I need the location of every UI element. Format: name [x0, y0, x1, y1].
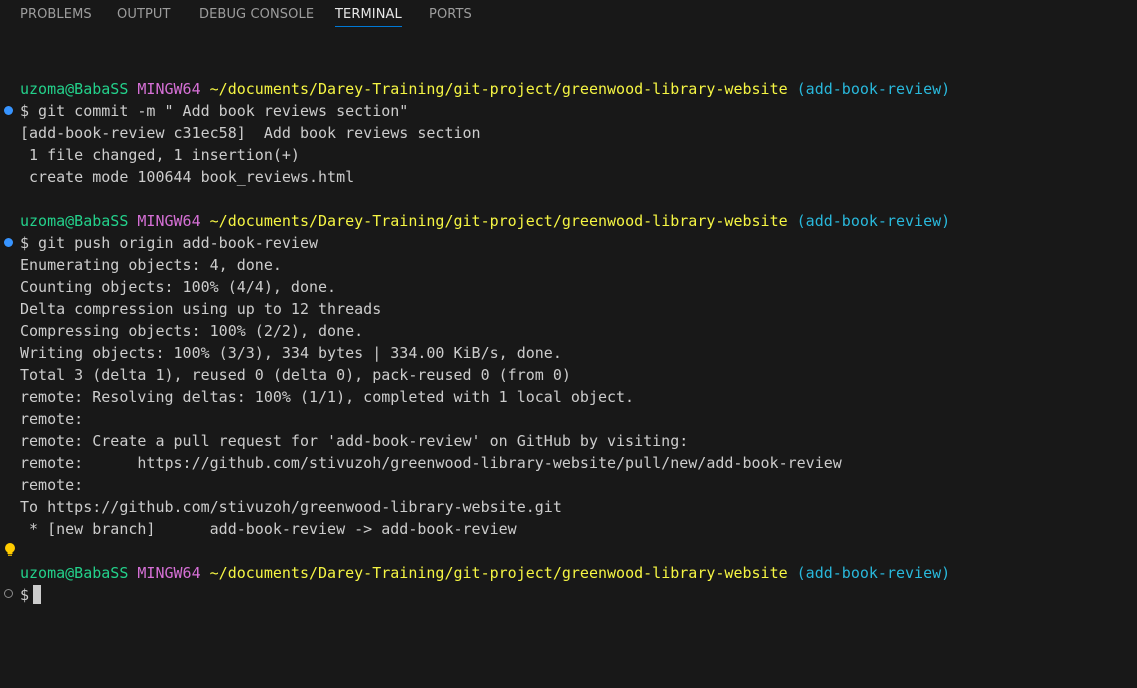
circle-outline-icon[interactable] — [4, 589, 13, 598]
prompt-path: ~/documents/Darey-Training/git-project/g… — [209, 564, 788, 582]
command-line: $ git commit -m " Add book reviews secti… — [20, 102, 409, 120]
terminal-output[interactable]: uzoma@BabaSS MINGW64 ~/documents/Darey-T… — [0, 0, 1137, 688]
prompt-line: uzoma@BabaSS MINGW64 ~/documents/Darey-T… — [20, 78, 950, 100]
command-line: $ git push origin add-book-review — [20, 234, 319, 252]
prompt-system: MINGW64 — [137, 212, 201, 230]
output-line: remote: Create a pull request for 'add-b… — [20, 432, 689, 450]
prompt-user: uzoma@BabaSS — [20, 564, 129, 582]
output-line: Delta compression using up to 12 threads — [20, 300, 382, 318]
lightbulb-icon[interactable] — [4, 542, 16, 558]
output-line: create mode 100644 book_reviews.html — [20, 168, 355, 186]
output-line: Enumerating objects: 4, done. — [20, 256, 282, 274]
prompt-line: uzoma@BabaSS MINGW64 ~/documents/Darey-T… — [20, 562, 950, 584]
output-line: [add-book-review c31ec58] Add book revie… — [20, 124, 481, 142]
terminal-cursor — [33, 585, 42, 604]
current-prompt: $ — [20, 586, 30, 604]
prompt-line: uzoma@BabaSS MINGW64 ~/documents/Darey-T… — [20, 210, 950, 232]
output-line: 1 file changed, 1 insertion(+) — [20, 146, 300, 164]
output-line: remote: Resolving deltas: 100% (1/1), co… — [20, 388, 635, 406]
terminal-panel: PROBLEMS OUTPUT DEBUG CONSOLE TERMINAL P… — [0, 0, 1137, 688]
command-line[interactable]: $ — [20, 584, 42, 606]
prompt-system: MINGW64 — [137, 80, 201, 98]
output-line: remote: — [20, 410, 84, 428]
prompt-system: MINGW64 — [137, 564, 201, 582]
prompt-path: ~/documents/Darey-Training/git-project/g… — [209, 212, 788, 230]
prompt-branch: (add-book-review) — [796, 564, 951, 582]
circle-dot-icon[interactable] — [4, 106, 13, 115]
prompt-user: uzoma@BabaSS — [20, 212, 129, 230]
output-line: Writing objects: 100% (3/3), 334 bytes |… — [20, 344, 562, 362]
output-line: remote: https://github.com/stivuzoh/gree… — [20, 454, 842, 472]
output-line: Counting objects: 100% (4/4), done. — [20, 278, 337, 296]
output-line: Compressing objects: 100% (2/2), done. — [20, 322, 364, 340]
prompt-path: ~/documents/Darey-Training/git-project/g… — [209, 80, 788, 98]
prompt-user: uzoma@BabaSS — [20, 80, 129, 98]
output-line: * [new branch] add-book-review -> add-bo… — [20, 520, 517, 538]
prompt-branch: (add-book-review) — [796, 212, 951, 230]
circle-dot-icon[interactable] — [4, 238, 13, 247]
output-line: To https://github.com/stivuzoh/greenwood… — [20, 498, 562, 516]
output-line: remote: — [20, 476, 84, 494]
prompt-branch: (add-book-review) — [796, 80, 951, 98]
output-line: Total 3 (delta 1), reused 0 (delta 0), p… — [20, 366, 571, 384]
